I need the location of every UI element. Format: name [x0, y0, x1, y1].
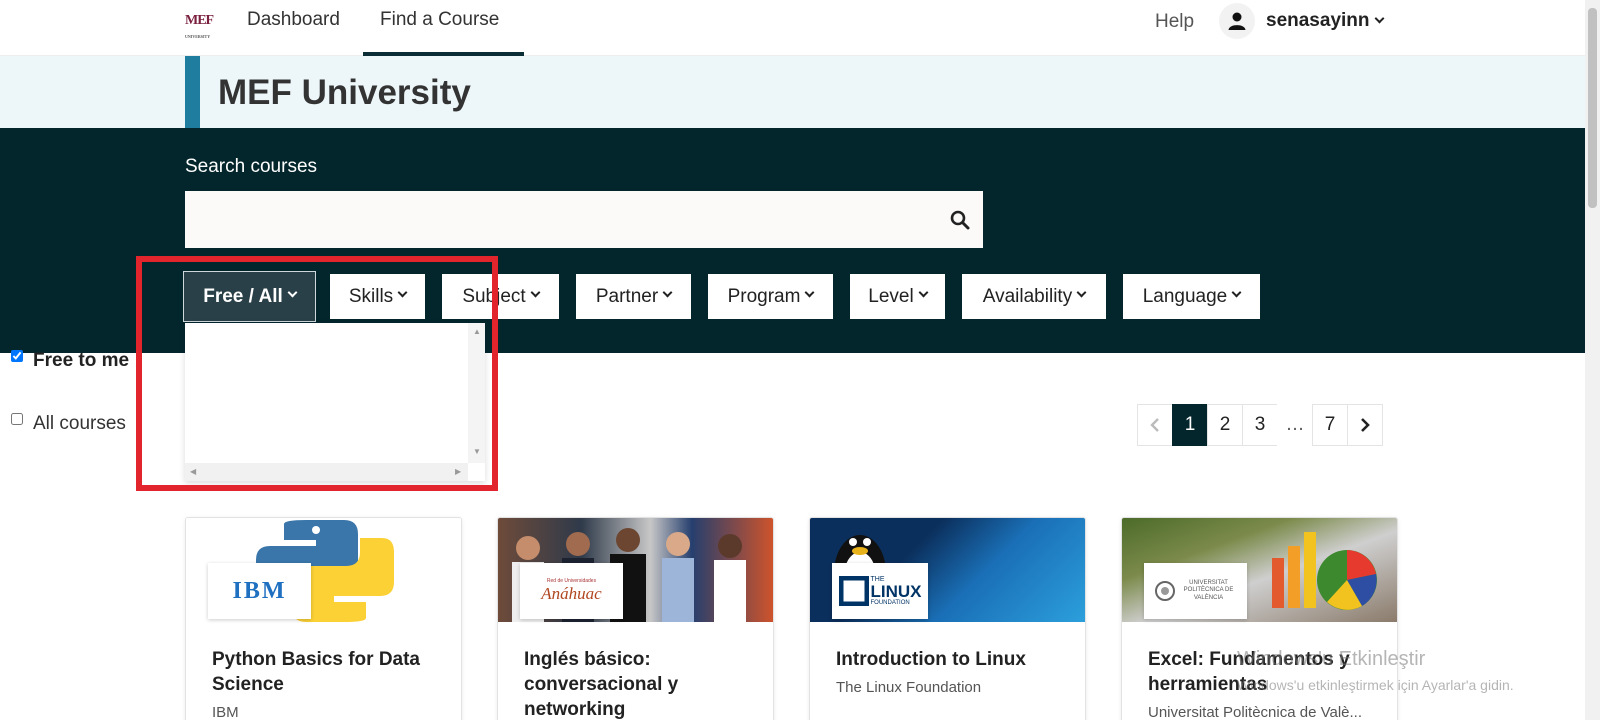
- username-label: senasayinn: [1266, 10, 1370, 31]
- course-org: Universitat Politècnica de Valè...: [1148, 704, 1362, 720]
- filter-level[interactable]: Level: [850, 274, 945, 319]
- chevron-left-icon: [1150, 418, 1159, 432]
- scroll-left-arrow-icon[interactable]: ◀: [190, 467, 196, 476]
- search-button[interactable]: [944, 204, 976, 236]
- chevron-down-icon: [397, 287, 408, 298]
- chevron-down-icon: [530, 287, 541, 298]
- filter-free-all[interactable]: Free / All: [183, 271, 316, 322]
- course-title[interactable]: Python Basics for Data Science: [212, 647, 452, 697]
- nav-dashboard-link[interactable]: Dashboard: [247, 9, 340, 31]
- anahuac-logo: Red de Universidades Anáhuac: [520, 563, 623, 619]
- course-title[interactable]: Inglés básico: conversacional y networki…: [524, 647, 764, 720]
- course-org: The Linux Foundation: [836, 679, 982, 696]
- user-menu[interactable]: senasayinn: [1266, 10, 1384, 32]
- page-3-button[interactable]: 3: [1242, 404, 1278, 446]
- next-page-button[interactable]: [1347, 404, 1383, 446]
- linux-foundation-logo: THE LINUX FOUNDATION: [832, 563, 928, 619]
- mef-logo[interactable]: MEF UNIVERSITY: [185, 10, 215, 39]
- option-free-to-me[interactable]: Free to me: [11, 350, 129, 372]
- user-avatar[interactable]: [1219, 3, 1255, 39]
- free-to-me-checkbox[interactable]: [11, 350, 23, 362]
- chevron-down-icon: [287, 287, 298, 298]
- course-card[interactable]: IBM Python Basics for Data Science IBM: [185, 517, 462, 720]
- windows-activation-watermark-text: Windows'u etkinleştirmek için Ayarlar'a …: [1237, 677, 1514, 693]
- title-accent-bar: [185, 56, 200, 128]
- upv-logo: UNIVERSITAT POLITÈCNICA DE VALÈNCIA: [1144, 563, 1247, 619]
- pagination-ellipsis: …: [1277, 404, 1313, 446]
- page-7-button[interactable]: 7: [1312, 404, 1348, 446]
- course-org: IBM: [212, 704, 239, 720]
- scroll-right-arrow-icon[interactable]: ▶: [455, 467, 461, 476]
- course-card[interactable]: THE LINUX FOUNDATION Introduction to Lin…: [809, 517, 1086, 720]
- filter-subject[interactable]: Subject: [442, 274, 559, 319]
- scroll-up-arrow-icon[interactable]: ▲: [473, 327, 481, 336]
- dropdown-vertical-scrollbar[interactable]: ▲ ▼: [468, 323, 485, 463]
- nav-help-link[interactable]: Help: [1155, 11, 1194, 33]
- page-scrollbar-thumb[interactable]: [1588, 8, 1597, 208]
- free-all-dropdown: [185, 323, 485, 481]
- page-title: MEF University: [218, 73, 471, 112]
- pagination: 1 2 3 … 7: [1137, 404, 1383, 446]
- option-all-courses[interactable]: All courses: [11, 413, 126, 435]
- page-1-button[interactable]: 1: [1172, 404, 1208, 446]
- search-icon: [950, 210, 970, 230]
- search-label: Search courses: [185, 156, 318, 177]
- page: MEF UNIVERSITY Dashboard Find a Course H…: [0, 0, 1600, 720]
- chevron-down-icon: [918, 287, 929, 298]
- user-icon: [1228, 12, 1246, 30]
- dropdown-horizontal-scrollbar[interactable]: ◀ ▶: [185, 463, 468, 481]
- filter-program[interactable]: Program: [708, 274, 833, 319]
- nav-find-course-link[interactable]: Find a Course: [380, 9, 499, 31]
- all-courses-checkbox[interactable]: [11, 413, 23, 425]
- chevron-down-icon: [1231, 287, 1242, 298]
- filter-availability[interactable]: Availability: [962, 274, 1106, 319]
- search-input[interactable]: [185, 191, 983, 248]
- filter-skills[interactable]: Skills: [330, 274, 425, 319]
- top-navbar: MEF UNIVERSITY Dashboard Find a Course H…: [0, 0, 1585, 56]
- filter-partner[interactable]: Partner: [576, 274, 691, 319]
- chevron-down-icon: [662, 287, 673, 298]
- chevron-down-icon: [804, 287, 815, 298]
- upv-seal-icon: [1154, 581, 1175, 601]
- linux-foundation-mark-icon: [838, 576, 869, 606]
- chevron-down-icon: [1374, 13, 1384, 24]
- course-card[interactable]: Red de Universidades Anáhuac Inglés bási…: [497, 517, 774, 720]
- page-2-button[interactable]: 2: [1207, 404, 1243, 446]
- scroll-down-arrow-icon[interactable]: ▼: [473, 447, 481, 456]
- chevron-down-icon: [1076, 287, 1087, 298]
- chevron-right-icon: [1361, 418, 1370, 432]
- ibm-logo: IBM: [208, 563, 311, 619]
- prev-page-button[interactable]: [1137, 404, 1173, 446]
- course-title[interactable]: Introduction to Linux: [836, 647, 1076, 672]
- filter-language[interactable]: Language: [1123, 274, 1260, 319]
- windows-activation-watermark-title: Windows'u Etkinleştir: [1237, 648, 1426, 670]
